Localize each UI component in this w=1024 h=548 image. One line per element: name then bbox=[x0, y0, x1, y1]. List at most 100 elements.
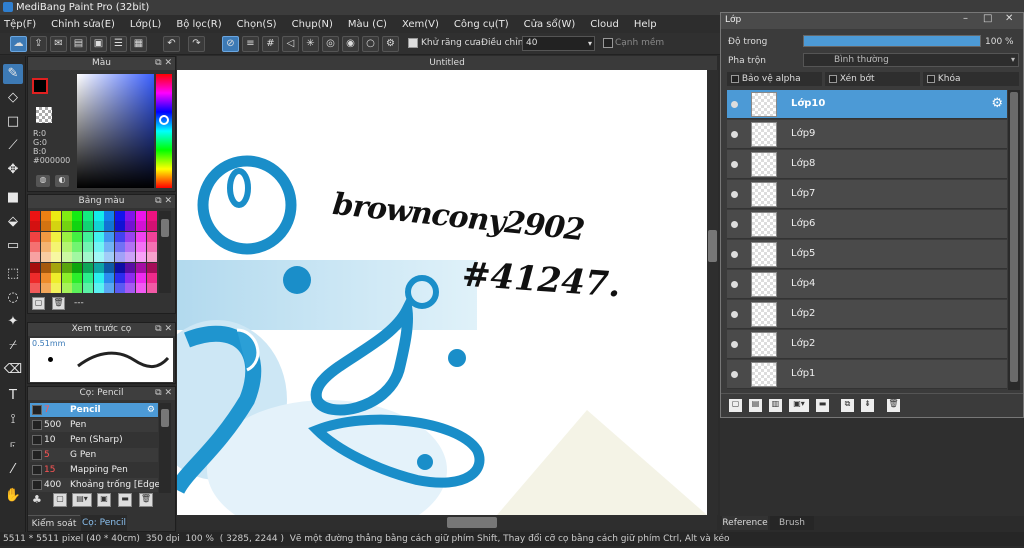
palette-swatch[interactable] bbox=[125, 241, 136, 252]
palette-swatch[interactable] bbox=[114, 262, 125, 273]
fill-rect-tool-icon[interactable]: ■ bbox=[3, 188, 23, 208]
palette-swatch[interactable] bbox=[30, 211, 40, 221]
palette-swatch[interactable] bbox=[72, 272, 83, 283]
foreground-color-swatch[interactable] bbox=[32, 78, 48, 94]
snap-circle-icon[interactable]: ◎ bbox=[322, 36, 339, 52]
palette-swatch[interactable] bbox=[93, 272, 104, 283]
palette-swatch[interactable] bbox=[61, 241, 72, 252]
bucket-tool-icon[interactable]: ⬙ bbox=[3, 212, 23, 232]
brush-menu-icon[interactable]: ▤▾ bbox=[72, 493, 92, 507]
trash-icon[interactable]: 🗑 bbox=[139, 493, 153, 507]
palette-swatch[interactable] bbox=[136, 272, 146, 283]
hand-tool-icon[interactable]: ✋ bbox=[3, 486, 23, 506]
palette-swatch[interactable] bbox=[51, 211, 62, 221]
palette-swatch[interactable] bbox=[146, 221, 157, 232]
panel-close-icon[interactable]: ⧉ ✕ bbox=[155, 387, 172, 400]
palette-swatch[interactable] bbox=[93, 262, 104, 273]
palette-swatch[interactable] bbox=[83, 283, 93, 294]
palette-swatch[interactable] bbox=[93, 252, 104, 263]
tab-reference[interactable]: Reference bbox=[722, 516, 768, 530]
color-settings-icon[interactable]: ◐ bbox=[55, 175, 69, 187]
canvas-vertical-scrollbar[interactable] bbox=[707, 70, 718, 515]
palette-swatch[interactable] bbox=[104, 231, 115, 242]
palette-swatch[interactable] bbox=[114, 283, 125, 294]
palette-swatch[interactable] bbox=[146, 252, 157, 263]
palette-swatch[interactable] bbox=[51, 231, 62, 242]
folder-icon[interactable]: ▬ bbox=[816, 399, 829, 412]
palette-swatch[interactable] bbox=[104, 241, 115, 252]
menu-layer[interactable]: Lớp(L) bbox=[130, 19, 161, 30]
canvas-tab[interactable]: Untitled bbox=[177, 56, 717, 70]
palette-swatch[interactable] bbox=[72, 252, 83, 263]
layer-row[interactable]: Lớp9 bbox=[727, 120, 1007, 149]
antialias-checkbox[interactable] bbox=[408, 38, 418, 49]
lock-toggle[interactable]: Khóa bbox=[923, 72, 1019, 86]
trash-icon[interactable]: 🗑 bbox=[887, 399, 900, 412]
palette-icon[interactable]: ◍ bbox=[36, 175, 50, 187]
palette-swatch[interactable] bbox=[93, 211, 104, 221]
palette-swatch[interactable] bbox=[40, 221, 51, 232]
brush-scrollbar[interactable] bbox=[159, 403, 171, 493]
palette-swatch[interactable] bbox=[61, 211, 72, 221]
cloud-icon[interactable]: ☁ bbox=[10, 36, 27, 52]
palette-swatch[interactable] bbox=[136, 262, 146, 273]
palette-swatch[interactable] bbox=[104, 211, 115, 221]
palette-swatch[interactable] bbox=[114, 211, 125, 221]
layer-row[interactable]: Lớp8 bbox=[727, 150, 1007, 179]
palette-swatch[interactable] bbox=[146, 211, 157, 221]
layer-row[interactable]: Lớp2 bbox=[727, 300, 1007, 329]
edge-checkbox[interactable] bbox=[603, 38, 613, 49]
palette-swatch[interactable] bbox=[51, 262, 62, 273]
menu-cloud[interactable]: Cloud bbox=[590, 19, 619, 30]
palette-swatch[interactable] bbox=[61, 283, 72, 294]
new-layer-icon[interactable]: ▢ bbox=[729, 399, 742, 412]
palette-swatch[interactable] bbox=[114, 241, 125, 252]
palette-swatch[interactable] bbox=[125, 272, 136, 283]
brush-item[interactable]: 400 Khoảng trống [Edge I bbox=[30, 478, 166, 492]
dot-tool-icon[interactable]: □ bbox=[3, 112, 23, 132]
palette-swatch[interactable] bbox=[104, 283, 115, 294]
palette-swatch[interactable] bbox=[51, 241, 62, 252]
palette-swatch[interactable] bbox=[136, 252, 146, 263]
palette-swatch[interactable] bbox=[72, 241, 83, 252]
palette-swatch[interactable] bbox=[136, 283, 146, 294]
duplicate-layer-icon[interactable]: ⧉ bbox=[841, 399, 854, 412]
palette-swatch[interactable] bbox=[146, 272, 157, 283]
comment-icon[interactable]: ✉ bbox=[50, 36, 67, 52]
visibility-eye-icon[interactable] bbox=[731, 161, 738, 168]
visibility-eye-icon[interactable] bbox=[731, 251, 738, 258]
menu-capture[interactable]: Chụp(N) bbox=[292, 19, 333, 30]
visibility-eye-icon[interactable] bbox=[731, 191, 738, 198]
menu-color[interactable]: Màu (C) bbox=[348, 19, 387, 30]
magic-wand-tool-icon[interactable]: ✦ bbox=[3, 312, 23, 332]
palette-swatch[interactable] bbox=[136, 241, 146, 252]
palette-swatch[interactable] bbox=[30, 283, 40, 294]
palette-swatch[interactable] bbox=[72, 211, 83, 221]
palette-swatch[interactable] bbox=[72, 283, 83, 294]
opacity-slider[interactable] bbox=[803, 35, 981, 47]
palette-swatch[interactable] bbox=[51, 221, 62, 232]
gradient-tool-icon[interactable]: ▭ bbox=[3, 236, 23, 256]
visibility-eye-icon[interactable] bbox=[731, 101, 738, 108]
select-eraser-tool-icon[interactable]: ⌫ bbox=[3, 360, 23, 380]
palette-swatch[interactable] bbox=[104, 252, 115, 263]
visibility-eye-icon[interactable] bbox=[731, 311, 738, 318]
menu-help[interactable]: Help bbox=[634, 19, 657, 30]
palette-swatch[interactable] bbox=[51, 252, 62, 263]
panel-close-icon[interactable]: ⧉ ✕ bbox=[155, 323, 172, 336]
layer-row[interactable]: Lớp2 bbox=[727, 330, 1007, 359]
text-tool-icon[interactable]: T bbox=[3, 386, 23, 406]
palette-swatch[interactable] bbox=[30, 272, 40, 283]
brush-item[interactable]: 7 Pencil ⚙ bbox=[30, 403, 158, 417]
palette-swatch[interactable] bbox=[40, 272, 51, 283]
select-tool-icon[interactable]: ⬚ bbox=[3, 264, 23, 284]
palette-swatch[interactable] bbox=[114, 252, 125, 263]
palette-swatch[interactable] bbox=[72, 262, 83, 273]
palette-swatch[interactable] bbox=[51, 283, 62, 294]
palette-swatch[interactable] bbox=[93, 231, 104, 242]
palette-swatch[interactable] bbox=[104, 221, 115, 232]
palette-swatch[interactable] bbox=[146, 241, 157, 252]
trash-icon[interactable]: 🗑 bbox=[52, 297, 65, 310]
visibility-eye-icon[interactable] bbox=[731, 131, 738, 138]
palette-swatch[interactable] bbox=[61, 231, 72, 242]
